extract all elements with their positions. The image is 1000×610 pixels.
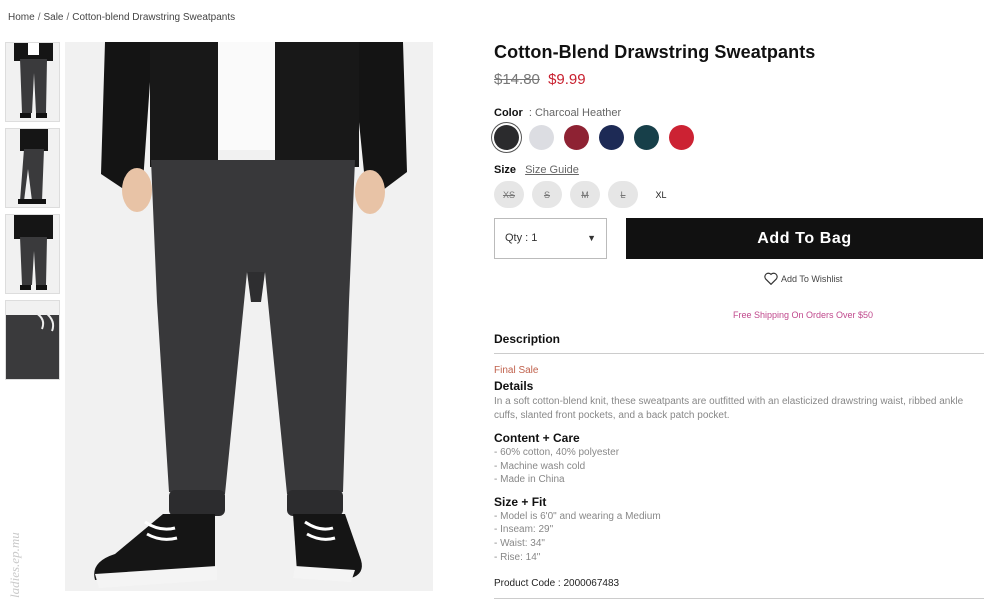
quantity-select[interactable]: Qty : 1 ▼ [494,218,607,259]
product-info-panel: Cotton-Blend Drawstring Sweatpants $14.8… [494,42,984,600]
list-item: - Waist: 34" [494,537,545,549]
details-heading: Details [494,379,534,393]
size-l[interactable]: L [608,181,638,208]
color-label-row: Color : Charcoal Heather [494,107,622,119]
add-to-wishlist-link[interactable]: Add To Wishlist [764,272,842,285]
size-options: XS S M L XL [494,181,984,208]
size-label-row: Size Size Guide [494,164,984,176]
color-swatches [494,125,984,153]
list-item: - Machine wash cold [494,460,586,472]
content-care-heading: Content + Care [494,431,580,445]
content-care-list: - 60% cotton, 40% polyester - Machine wa… [494,446,984,487]
list-item: - Inseam: 29" [494,524,554,536]
swatch-red[interactable] [669,125,694,150]
watermark-logo: ladies.ep.mu [7,532,22,598]
thumbnail-detail[interactable] [5,300,60,380]
thumbnail-back[interactable] [5,214,60,294]
heart-icon [764,272,778,285]
add-to-bag-button[interactable]: Add To Bag [626,218,983,259]
breadcrumb-sale[interactable]: Sale [43,12,63,23]
product-code: Product Code : 2000067483 [494,578,620,590]
list-item: - 60% cotton, 40% polyester [494,447,620,458]
swatch-navy[interactable] [599,125,624,150]
color-label: Color [494,107,523,119]
chevron-down-icon: ▼ [587,233,596,243]
breadcrumb-current: Cotton-blend Drawstring Sweatpants [72,12,236,23]
swatch-charcoal-heather[interactable] [494,125,519,150]
product-main-image[interactable] [65,42,433,591]
size-xl[interactable]: XL [646,181,676,208]
product-title: Cotton-Blend Drawstring Sweatpants [494,42,816,62]
svg-text:ladies.ep.mu: ladies.ep.mu [7,532,22,598]
price-sale: $9.99 [548,71,586,88]
swatch-burgundy[interactable] [564,125,589,150]
size-s[interactable]: S [532,181,562,208]
size-m[interactable]: M [570,181,600,208]
details-text: In a soft cotton-blend knit, these sweat… [494,396,964,421]
price-original: $14.80 [494,71,540,88]
swatch-heather-grey[interactable] [529,125,554,150]
size-xs[interactable]: XS [494,181,524,208]
breadcrumb-home[interactable]: Home [8,12,35,23]
free-shipping-notice: Free Shipping On Orders Over $50 [733,310,874,320]
swatch-dark-teal[interactable] [634,125,659,150]
size-fit-heading: Size + Fit [494,494,547,509]
list-item: - Made in China [494,474,565,486]
purchase-row: Qty : 1 ▼ Add To Bag [494,218,984,260]
breadcrumb: Home / Sale / Cotton-blend Drawstring Sweatp… [8,12,236,23]
size-guide-link[interactable]: Size Guide [525,164,579,176]
list-item: - Rise: 14" [494,551,541,563]
size-label: Size [494,164,517,176]
size-fit-list: - Model is 6'0" and wearing a Medium - I… [494,510,984,564]
description-section: Description Final Sale Details In a soft… [494,332,984,600]
final-sale-label: Final Sale [494,365,539,376]
thumbnail-gallery [5,42,60,386]
divider [494,598,984,600]
thumbnail-front[interactable] [5,42,60,122]
thumbnail-side[interactable] [5,128,60,208]
list-item: - Model is 6'0" and wearing a Medium [494,510,661,522]
description-heading: Description [494,332,984,354]
color-selected-name: Charcoal Heather [534,107,622,119]
price-row: $14.80 $9.99 [494,71,984,88]
